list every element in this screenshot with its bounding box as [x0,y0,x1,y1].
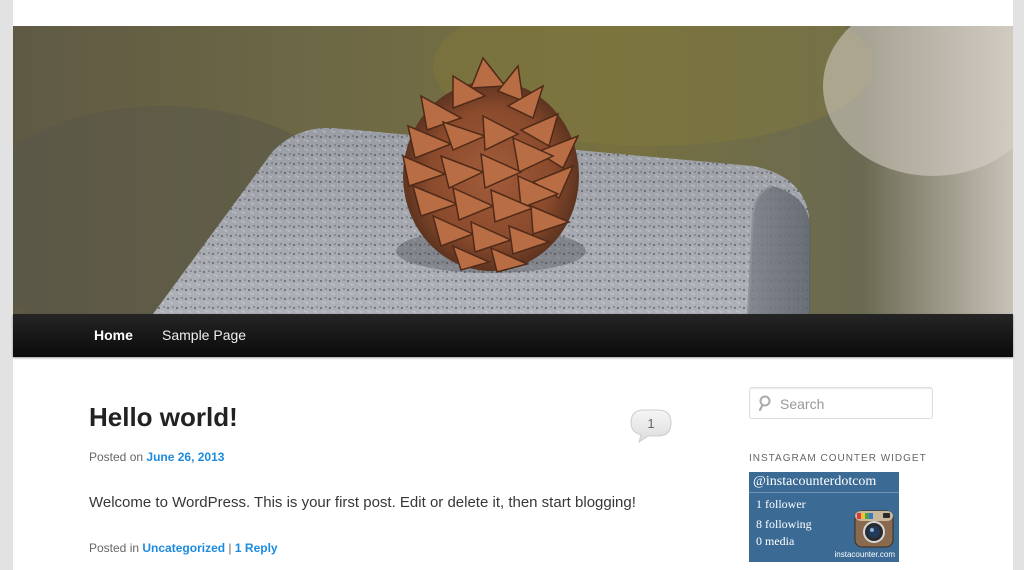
nav-item-sample-page[interactable]: Sample Page [162,314,246,357]
post-date-link[interactable]: June 26, 2013 [146,450,224,464]
post-footer-meta: Posted in Uncategorized | 1 Reply [89,541,278,555]
posted-on-label: Posted on [89,450,144,464]
meta-separator: | [228,541,232,555]
main-nav: Home Sample Page [13,314,1013,357]
page: Home Sample Page Hello world! 1 Posted o… [13,0,1013,570]
comment-count: 1 [647,416,655,431]
reply-link[interactable]: 1 Reply [235,541,278,555]
search-input[interactable] [778,392,930,416]
post-title[interactable]: Hello world! [89,402,238,433]
instacounter-site: instacounter.com [834,550,895,559]
category-link[interactable]: Uncategorized [142,541,225,555]
post-meta: Posted on June 26, 2013 [89,450,224,464]
nav-item-home[interactable]: Home [94,314,133,357]
following-count: 8 following [756,517,812,531]
post-content: Welcome to WordPress. This is your first… [89,494,636,511]
follower-count: 1 follower [756,497,806,511]
posted-in-label: Posted in [89,541,140,555]
instagram-counter-widget[interactable]: @instacounterdotcom 1 follower 8 followi… [749,472,899,562]
instagram-camera-icon [854,510,894,553]
instagram-handle: @instacounterdotcom [753,474,877,489]
widget-title: INSTAGRAM COUNTER WIDGET [749,453,927,464]
comment-count-bubble[interactable]: 1 [630,409,672,444]
header-image[interactable] [13,26,1013,314]
search-icon [758,395,772,416]
media-count: 0 media [756,534,795,548]
widget-divider [749,492,899,493]
search-box [749,387,933,419]
